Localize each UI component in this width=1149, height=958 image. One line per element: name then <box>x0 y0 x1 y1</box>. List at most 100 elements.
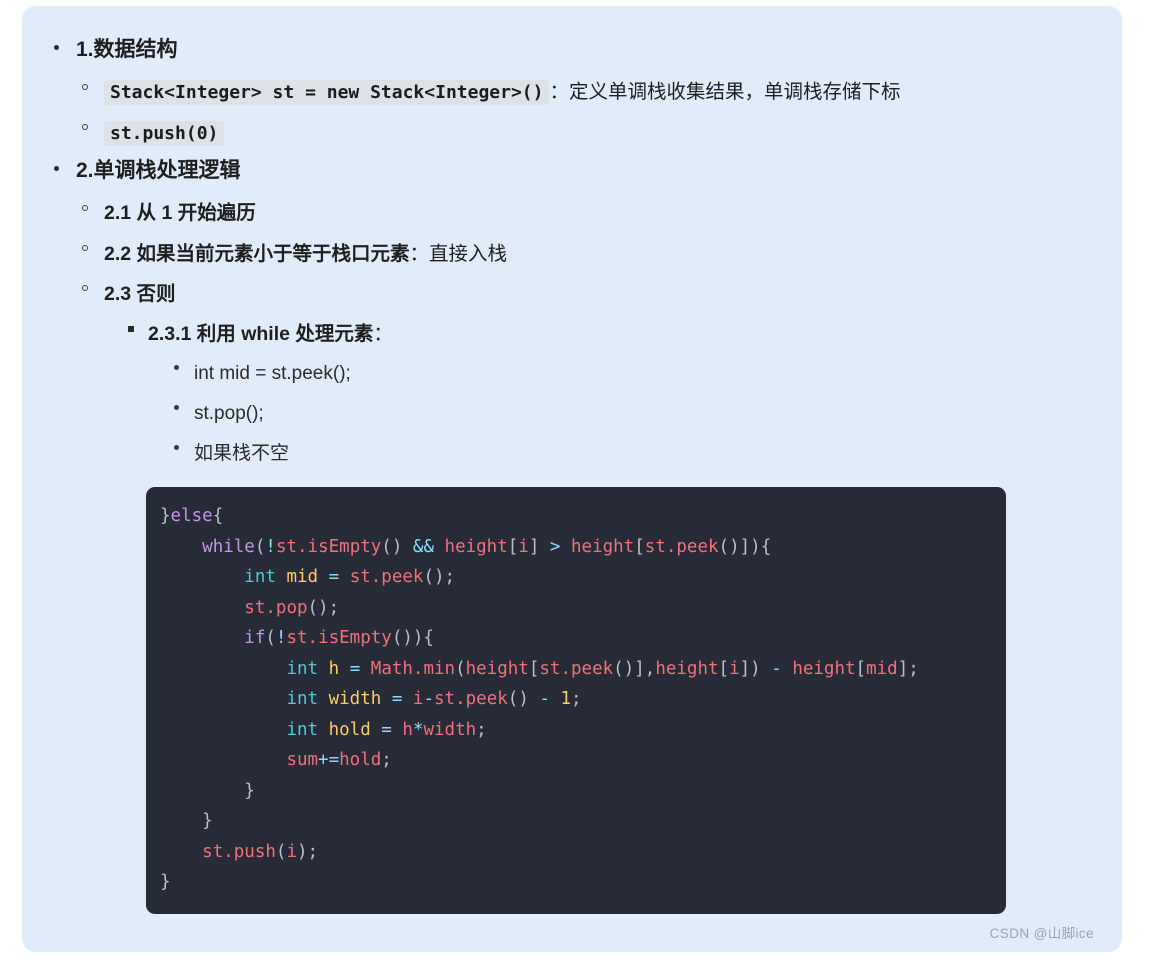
code-token: mid <box>286 567 319 588</box>
code-token: Math.min <box>370 658 456 679</box>
bullet-disc-icon <box>174 444 179 450</box>
code-token: mid <box>866 658 898 679</box>
code-token: ()]){ <box>718 536 772 557</box>
bullet-circle-icon <box>82 285 88 292</box>
code-token: ! <box>275 628 287 649</box>
code-token: ()){ <box>391 628 434 649</box>
code-token: hold <box>328 719 371 740</box>
code-token: = <box>391 689 403 710</box>
code-token: h <box>402 719 413 740</box>
code-token: (); <box>307 597 340 618</box>
code-token: h <box>328 658 340 679</box>
outline-children-section1: Stack<Integer> st = new Stack<Integer>()… <box>46 72 1098 153</box>
outline-item-tail: ：直接入栈 <box>409 242 508 265</box>
inline-code-push-zero: st.push(0) <box>104 120 225 146</box>
outline-item-label: 如果栈不空 <box>194 442 290 464</box>
bullet-circle-icon <box>82 244 88 251</box>
code-token: 1 <box>560 689 572 710</box>
code-token: ]) <box>739 658 772 679</box>
code-token: i <box>286 841 298 862</box>
code-token: int <box>244 567 276 588</box>
code-token: else <box>170 506 213 527</box>
outline-item-label: 2.2 如果当前元素小于等于栈口元素 <box>104 242 410 265</box>
outline-item-label: 2.1 从 1 开始遍历 <box>104 202 256 225</box>
bullet-square-icon <box>128 326 134 333</box>
outline-item-label: 1.数据结构 <box>76 38 178 61</box>
bullet-circle-icon <box>82 124 88 130</box>
code-token: ); <box>297 841 319 862</box>
outline-item-2-3-1: 2.3.1 利用 while 处理元素： <box>128 314 1098 354</box>
code-token: height <box>792 658 856 679</box>
code-token: st.peek <box>644 536 719 557</box>
code-token: while <box>202 536 255 557</box>
code-token: hold <box>339 750 382 771</box>
code-token: sum <box>286 750 319 771</box>
code-token: height <box>465 658 529 679</box>
code-token: ( <box>265 628 276 649</box>
code-token: st.peek <box>349 567 424 588</box>
code-token: st.isEmpty <box>286 628 392 649</box>
outline-item-section2: 2.单调栈处理逻辑 <box>54 153 1098 189</box>
outline-item-label: st.pop(); <box>194 403 264 425</box>
code-token: ; <box>381 750 392 771</box>
code-token: [ <box>634 536 645 557</box>
code-token: st.isEmpty <box>275 536 382 557</box>
bullet-circle-icon <box>82 204 88 211</box>
code-block[interactable]: }else{ while(!st.isEmpty() && height[i] … <box>146 487 1006 914</box>
code-token: width <box>328 689 382 710</box>
code-token: = <box>381 719 392 740</box>
code-token: height <box>655 658 719 679</box>
outline-root: 1.数据结构 Stack<Integer> st = new Stack<Int… <box>46 32 1098 473</box>
outline-item-step-mid: int mid = st.peek(); <box>174 354 1098 394</box>
bullet-circle-icon <box>82 83 88 90</box>
code-token: if <box>244 628 266 649</box>
code-token: ]; <box>897 658 919 679</box>
code-token: () <box>507 689 540 710</box>
outline-item-tail: ： <box>373 323 393 346</box>
code-block-content: }else{ while(!st.isEmpty() && height[i] … <box>160 501 1006 898</box>
outline-children-section2: 2.1 从 1 开始遍历 2.2 如果当前元素小于等于栈口元素：直接入栈 2.3… <box>46 193 1098 473</box>
code-token: } <box>160 811 213 832</box>
code-token: [ <box>507 536 519 557</box>
outline-item-structure-push: st.push(0) <box>82 113 1098 153</box>
outline-item-2-3: 2.3 否则 <box>82 274 1098 314</box>
code-token: int <box>286 719 319 740</box>
code-token: int <box>286 658 319 679</box>
code-token: ; <box>571 689 582 710</box>
code-token: += <box>318 750 340 771</box>
code-token: i <box>518 536 529 557</box>
code-token: [ <box>528 658 540 679</box>
code-token: * <box>412 719 424 740</box>
code-token: st.push <box>202 841 276 862</box>
code-token: ! <box>265 536 276 557</box>
bullet-disc-icon <box>174 365 179 371</box>
code-token: ()], <box>613 658 656 679</box>
code-token: st.peek <box>434 689 508 710</box>
outline-item-label: int mid = st.peek(); <box>194 363 351 385</box>
code-token: } <box>160 780 255 801</box>
code-token: { <box>212 506 224 527</box>
code-token: int <box>286 689 319 710</box>
inline-code-stack-decl: Stack<Integer> st = new Stack<Integer>() <box>104 80 550 106</box>
inline-code-stack-desc: ：定义单调栈收集结果，单调栈存储下标 <box>549 81 901 104</box>
code-token: - <box>771 658 782 679</box>
code-token: (); <box>423 567 456 588</box>
outline-item-label: 2.3 否则 <box>104 282 176 305</box>
code-token: } <box>160 872 171 893</box>
note-page: 1.数据结构 Stack<Integer> st = new Stack<Int… <box>22 6 1122 952</box>
outline-children-2-3-1: int mid = st.peek(); st.pop(); 如果栈不空 <box>148 354 1098 473</box>
